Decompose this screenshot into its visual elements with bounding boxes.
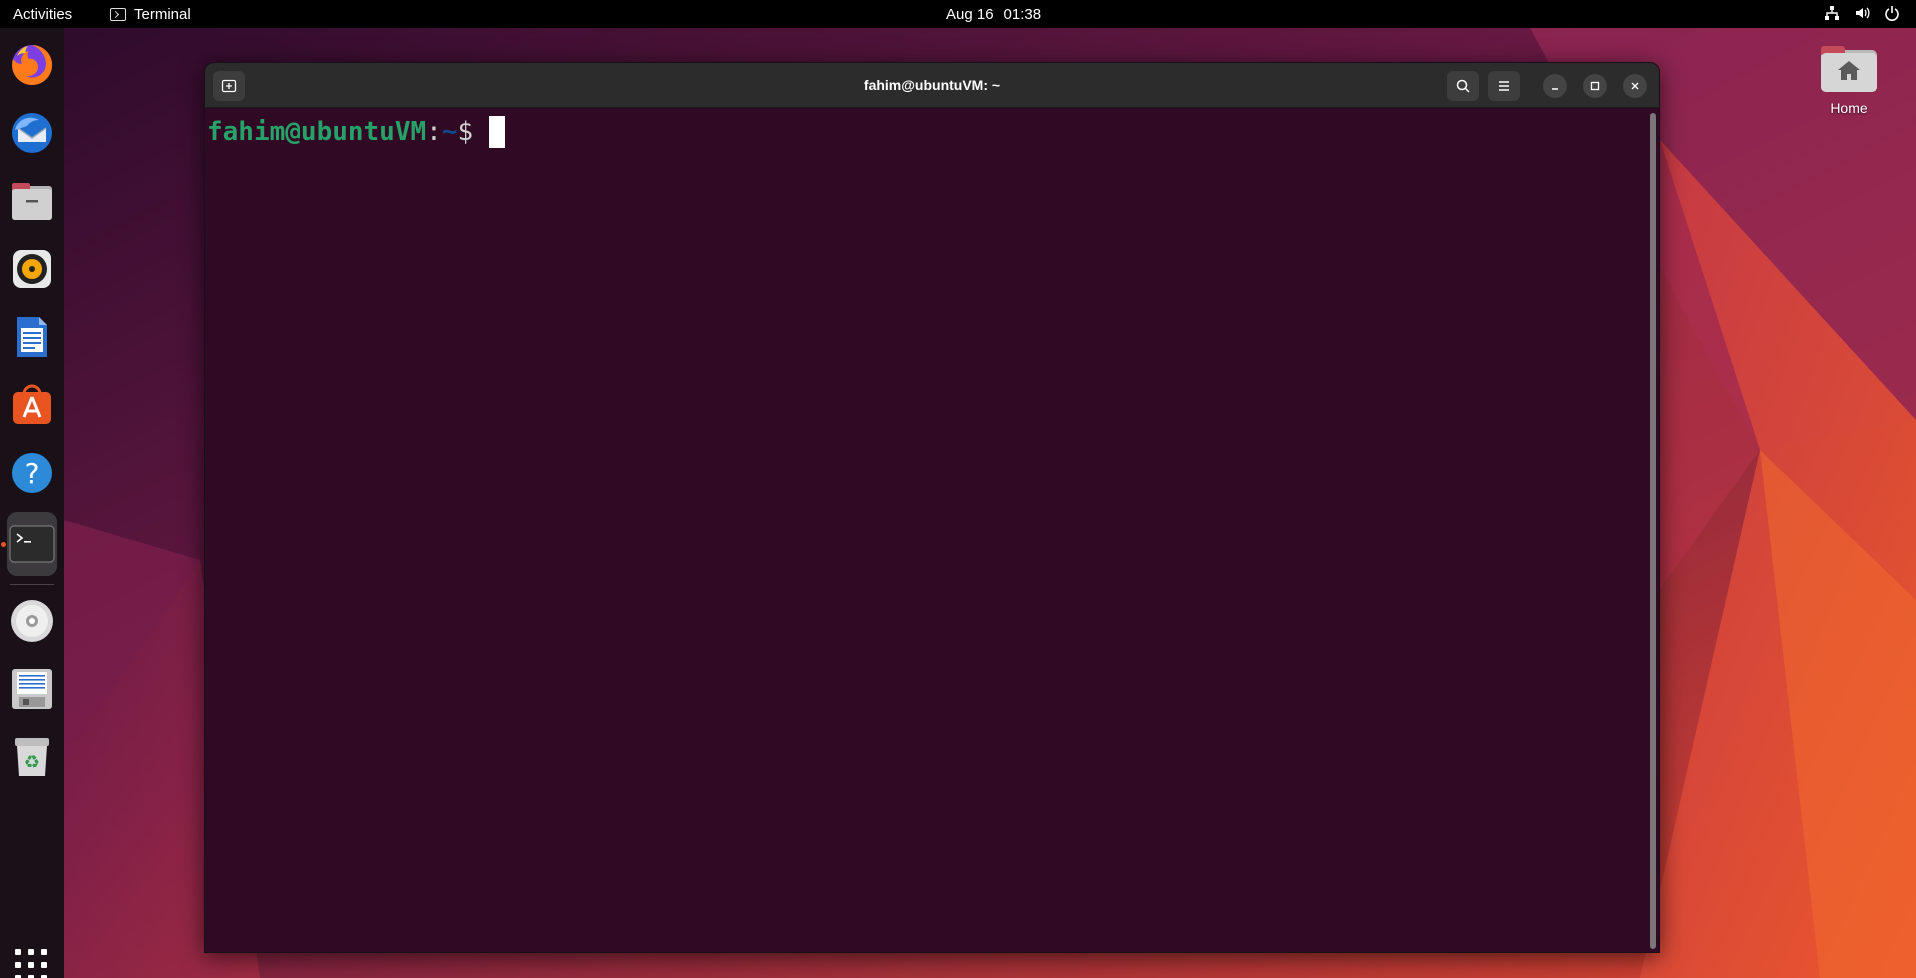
app-grid-icon[interactable] [15,949,49,978]
writer-icon [17,317,47,357]
prompt-user-host: fahim@ubuntuVM [207,117,427,147]
svg-text:?: ? [25,457,40,490]
window-title: fahim@ubuntuVM: ~ [863,77,1001,93]
text-cursor [489,116,506,148]
svg-text:♻: ♻ [24,752,40,773]
dock-item-ubuntu-software[interactable] [7,376,57,434]
clock-date: Aug 16 [946,6,994,23]
window-headerbar[interactable]: fahim@ubuntuVM: ~ [205,63,1659,108]
terminal-icon [9,525,55,563]
clock[interactable]: Aug 16 01:38 [946,6,1041,23]
desktop-home-label: Home [1830,100,1868,116]
network-icon[interactable] [1824,5,1840,21]
trash-icon: ♻ [15,738,49,776]
top-bar: Activities Terminal Aug 16 01:38 [0,0,1916,28]
help-icon: ? [12,453,52,493]
running-indicator [1,542,6,547]
volume-icon[interactable] [1854,5,1870,21]
app-menu[interactable]: Terminal [110,6,191,23]
software-icon [13,384,51,424]
prompt-colon: : [426,117,442,147]
disc-icon [11,600,53,642]
thunderbird-icon [12,113,52,153]
floppy-icon [12,669,52,709]
desktop-home-shortcut[interactable]: Home [1812,44,1886,116]
search-button[interactable] [1447,71,1479,101]
search-icon [1456,79,1470,93]
power-icon[interactable] [1884,5,1900,21]
dock-item-files[interactable] [7,172,57,230]
menu-button[interactable] [1488,71,1520,101]
dock-item-firefox[interactable] [7,36,57,94]
dock-item-rhythmbox[interactable] [7,240,57,298]
clock-time: 01:38 [1003,6,1042,23]
dock-item-trash[interactable]: ♻ [7,728,57,786]
dock-item-help[interactable]: ? [7,444,57,502]
minimize-icon [1552,88,1558,90]
system-tray[interactable] [1824,5,1900,21]
close-button[interactable] [1623,74,1647,98]
terminal-window[interactable]: fahim@ubuntuVM: ~ fahim@ubuntuVM : ~ $ [204,62,1660,953]
dock-item-libreoffice-writer[interactable] [7,308,57,366]
app-menu-label: Terminal [134,6,191,23]
firefox-icon [12,44,53,85]
terminal-mini-icon [110,8,126,21]
dock-item-disc[interactable] [7,592,57,650]
prompt-path: ~ [441,117,458,147]
terminal-output[interactable]: fahim@ubuntuVM : ~ $ [205,108,1659,952]
close-icon [1631,82,1639,90]
hamburger-icon [1499,81,1509,91]
dock-separator [10,584,54,585]
minimize-button[interactable] [1543,74,1567,98]
dock-item-thunderbird[interactable] [7,104,57,162]
prompt-line: fahim@ubuntuVM : ~ $ [207,112,1657,152]
maximize-button[interactable] [1583,74,1607,98]
maximize-icon [1590,81,1600,91]
terminal-scrollbar[interactable] [1650,113,1656,949]
rhythmbox-icon [13,250,51,288]
dock-item-save[interactable] [7,660,57,718]
prompt-symbol: $ [457,117,474,147]
home-folder-icon [1821,46,1877,92]
files-icon [12,183,52,220]
dock-item-terminal[interactable] [7,512,57,576]
activities-button[interactable]: Activities [13,6,72,23]
dock: ? ♻ [0,28,64,978]
